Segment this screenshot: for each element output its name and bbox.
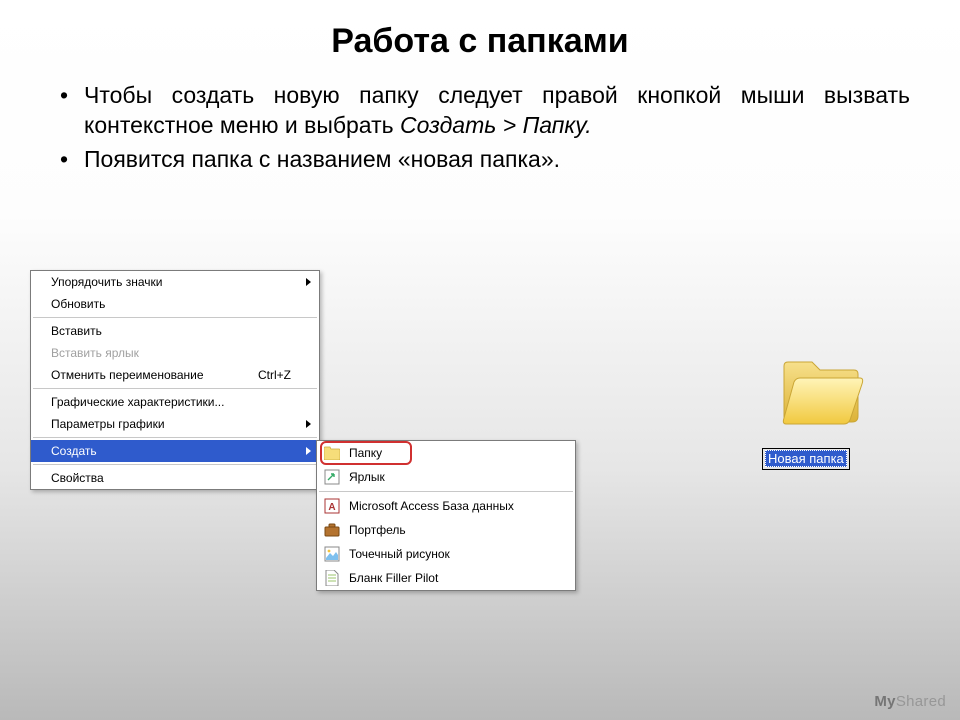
submenu-shortcut-label: Ярлык (349, 470, 385, 484)
menu-paste-shortcut-label: Вставить ярлык (51, 346, 139, 360)
new-folder-name-text: Новая папка (765, 450, 847, 467)
menu-undo-shortcut: Ctrl+Z (258, 368, 309, 382)
folder-icon (323, 444, 341, 462)
menu-refresh-label: Обновить (51, 297, 105, 311)
context-menu: Упорядочить значки Обновить Вставить Вст… (30, 270, 320, 490)
slide-body: Чтобы создать новую папку следует правой… (0, 61, 960, 175)
submenu-briefcase-label: Портфель (349, 523, 406, 537)
bullet-2: Появится папка с названием «новая папка»… (60, 145, 910, 175)
menu-separator (33, 437, 317, 438)
access-icon: A (323, 497, 341, 515)
menu-create-label: Создать (51, 444, 97, 458)
submenu-folder-label: Папку (349, 446, 382, 460)
submenu-filler-label: Бланк Filler Pilot (349, 571, 438, 585)
menu-separator (33, 388, 317, 389)
submenu-access-label: Microsoft Access База данных (349, 499, 514, 513)
large-folder-icon (778, 356, 864, 430)
submenu-arrow-icon (306, 278, 311, 286)
menu-paste-label: Вставить (51, 324, 102, 338)
menu-separator (33, 464, 317, 465)
submenu-folder[interactable]: Папку (317, 441, 575, 465)
menu-paste[interactable]: Вставить (31, 320, 319, 342)
shortcut-icon (323, 468, 341, 486)
menu-gfx-params-label: Параметры графики (51, 417, 165, 431)
submenu-access-db[interactable]: A Microsoft Access База данных (317, 494, 575, 518)
menu-graphics-characteristics[interactable]: Графические характеристики... (31, 391, 319, 413)
menu-gfx-chars-label: Графические характеристики... (51, 395, 224, 409)
menu-refresh[interactable]: Обновить (31, 293, 319, 315)
submenu-arrow-icon (306, 447, 311, 455)
submenu-shortcut[interactable]: Ярлык (317, 465, 575, 489)
watermark-bold: My (874, 693, 895, 710)
menu-arrange-icons[interactable]: Упорядочить значки (31, 271, 319, 293)
submenu-arrow-icon (306, 420, 311, 428)
menu-graphics-params[interactable]: Параметры графики (31, 413, 319, 435)
menu-paste-shortcut: Вставить ярлык (31, 342, 319, 364)
briefcase-icon (323, 521, 341, 539)
bullet-1-italic: Создать > Папку. (400, 112, 592, 138)
submenu-bitmap[interactable]: Точечный рисунок (317, 542, 575, 566)
menu-arrange-label: Упорядочить значки (51, 275, 163, 289)
menu-separator (319, 491, 573, 492)
watermark: MyShared (874, 693, 946, 710)
svg-text:A: A (328, 502, 335, 513)
slide-title: Работа с папками (0, 0, 960, 61)
menu-properties-label: Свойства (51, 471, 104, 485)
menu-undo-label: Отменить переименование (51, 368, 204, 382)
bullet-1: Чтобы создать новую папку следует правой… (60, 81, 910, 141)
watermark-light: Shared (896, 693, 946, 710)
menu-properties[interactable]: Свойства (31, 467, 319, 489)
new-folder-name-editbox[interactable]: Новая папка (762, 448, 850, 470)
submenu-briefcase[interactable]: Портфель (317, 518, 575, 542)
submenu-filler-pilot[interactable]: Бланк Filler Pilot (317, 566, 575, 590)
document-icon (323, 569, 341, 587)
create-submenu: Папку Ярлык A Microsoft Access База данн… (316, 440, 576, 591)
menu-undo-rename[interactable]: Отменить переименование Ctrl+Z (31, 364, 319, 386)
menu-create[interactable]: Создать (31, 440, 319, 462)
bitmap-icon (323, 545, 341, 563)
menu-separator (33, 317, 317, 318)
submenu-bitmap-label: Точечный рисунок (349, 547, 450, 561)
